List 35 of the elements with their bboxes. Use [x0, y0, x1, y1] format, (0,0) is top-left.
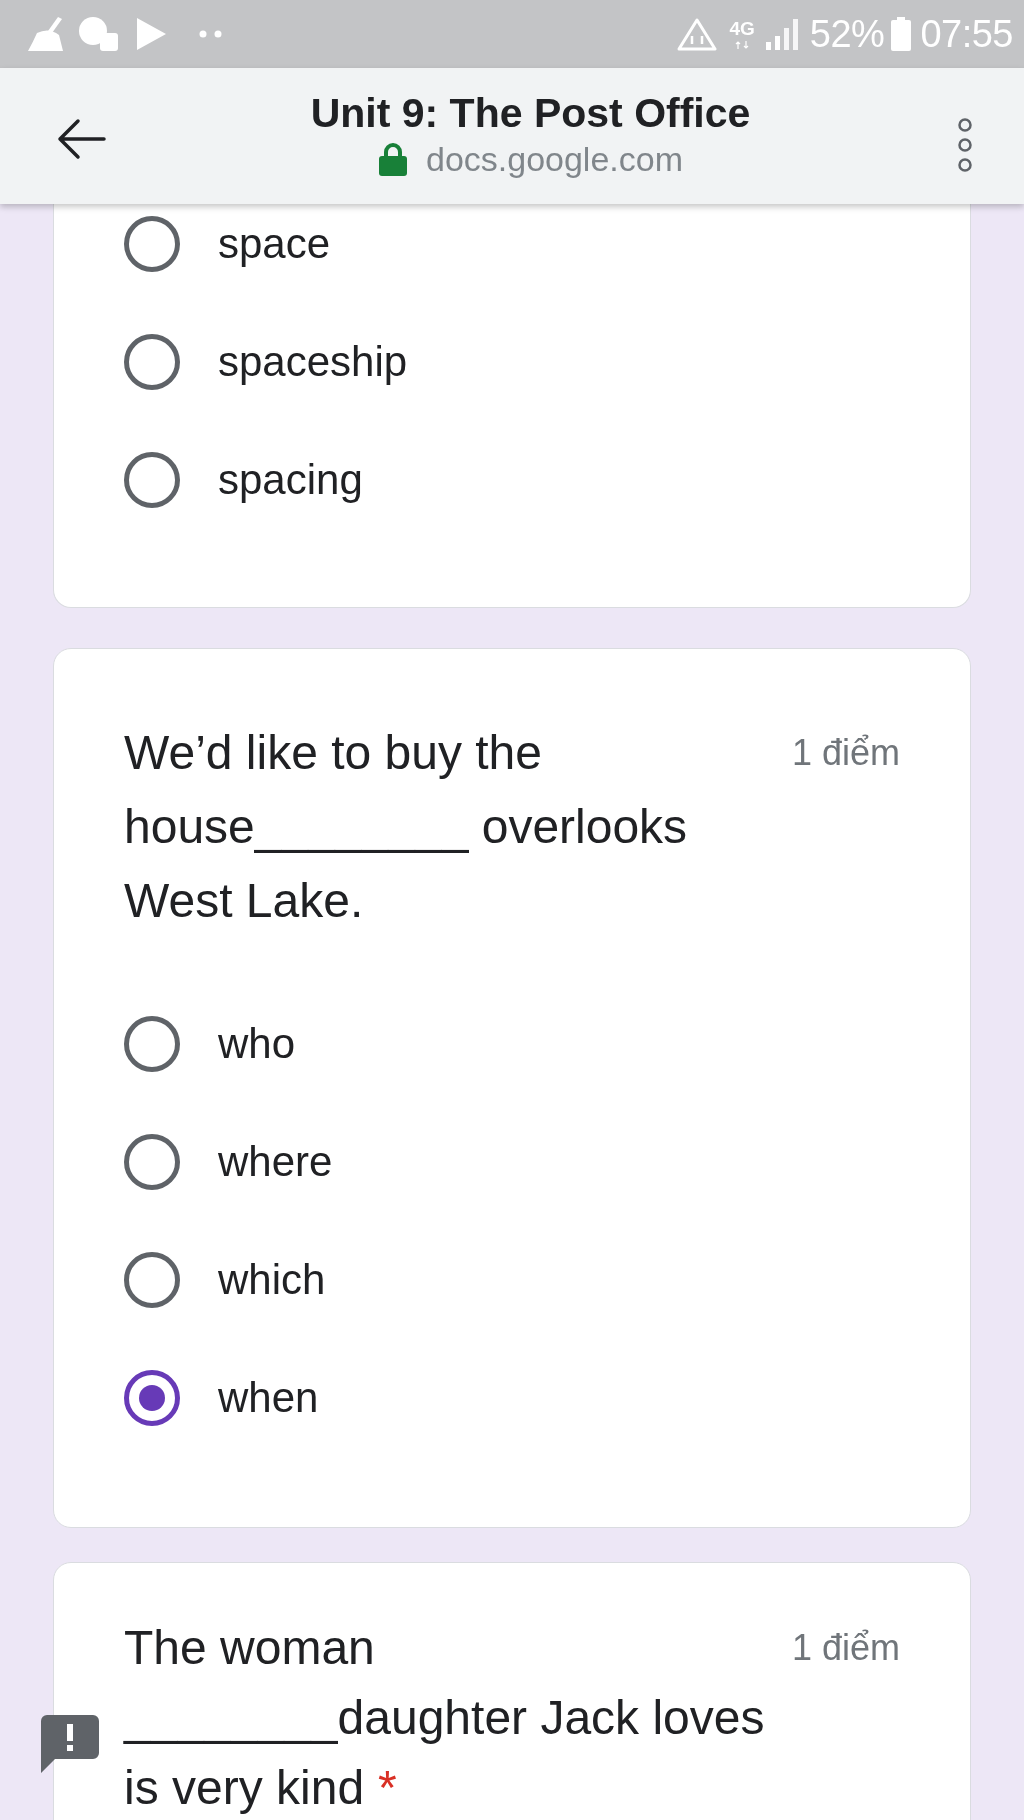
battery-percent: 52%	[809, 14, 885, 54]
option-label[interactable]: when	[218, 1370, 319, 1426]
signal-icon	[764, 18, 800, 50]
data-arrows-icon	[735, 41, 750, 49]
radio-button[interactable]	[124, 216, 180, 272]
option-label[interactable]: which	[218, 1252, 326, 1308]
question-text: We’d like to buy the house________ overlooks West Lake.	[124, 725, 689, 929]
option-label[interactable]: where	[218, 1134, 333, 1190]
option-label[interactable]: spaceship	[218, 334, 408, 390]
back-arrow-icon[interactable]	[56, 117, 106, 161]
two-dots-icon	[199, 30, 222, 38]
bubble-badge-icon	[77, 16, 119, 52]
page-url: docs.google.com	[425, 139, 683, 180]
radio-button[interactable]	[124, 334, 180, 390]
points-label: 1 điểm	[791, 1626, 900, 1670]
option-label[interactable]: who	[218, 1016, 296, 1072]
radio-button[interactable]	[124, 1134, 180, 1190]
page-title: Unit 9: The Post Office	[310, 89, 751, 138]
network-label: 4G	[729, 19, 755, 38]
question-text: The woman ________daughter Jack loves is very kind *	[124, 1620, 766, 1816]
broom-icon	[27, 16, 65, 52]
radio-button[interactable]	[124, 1016, 180, 1072]
lock-icon	[377, 142, 408, 176]
option-label[interactable]: space	[218, 216, 331, 272]
radio-button[interactable]	[124, 452, 180, 508]
exclamation-bubble-icon[interactable]	[41, 1715, 99, 1773]
warning-triangle-icon	[677, 17, 718, 51]
radio-button[interactable]	[124, 1370, 180, 1426]
clock-time: 07:55	[920, 14, 1013, 54]
play-triangle-icon	[135, 17, 167, 51]
more-options-icon[interactable]	[955, 117, 975, 173]
option-label[interactable]: spacing	[218, 452, 363, 508]
radio-button[interactable]	[124, 1252, 180, 1308]
points-label: 1 điểm	[791, 731, 900, 775]
battery-icon	[890, 17, 913, 51]
